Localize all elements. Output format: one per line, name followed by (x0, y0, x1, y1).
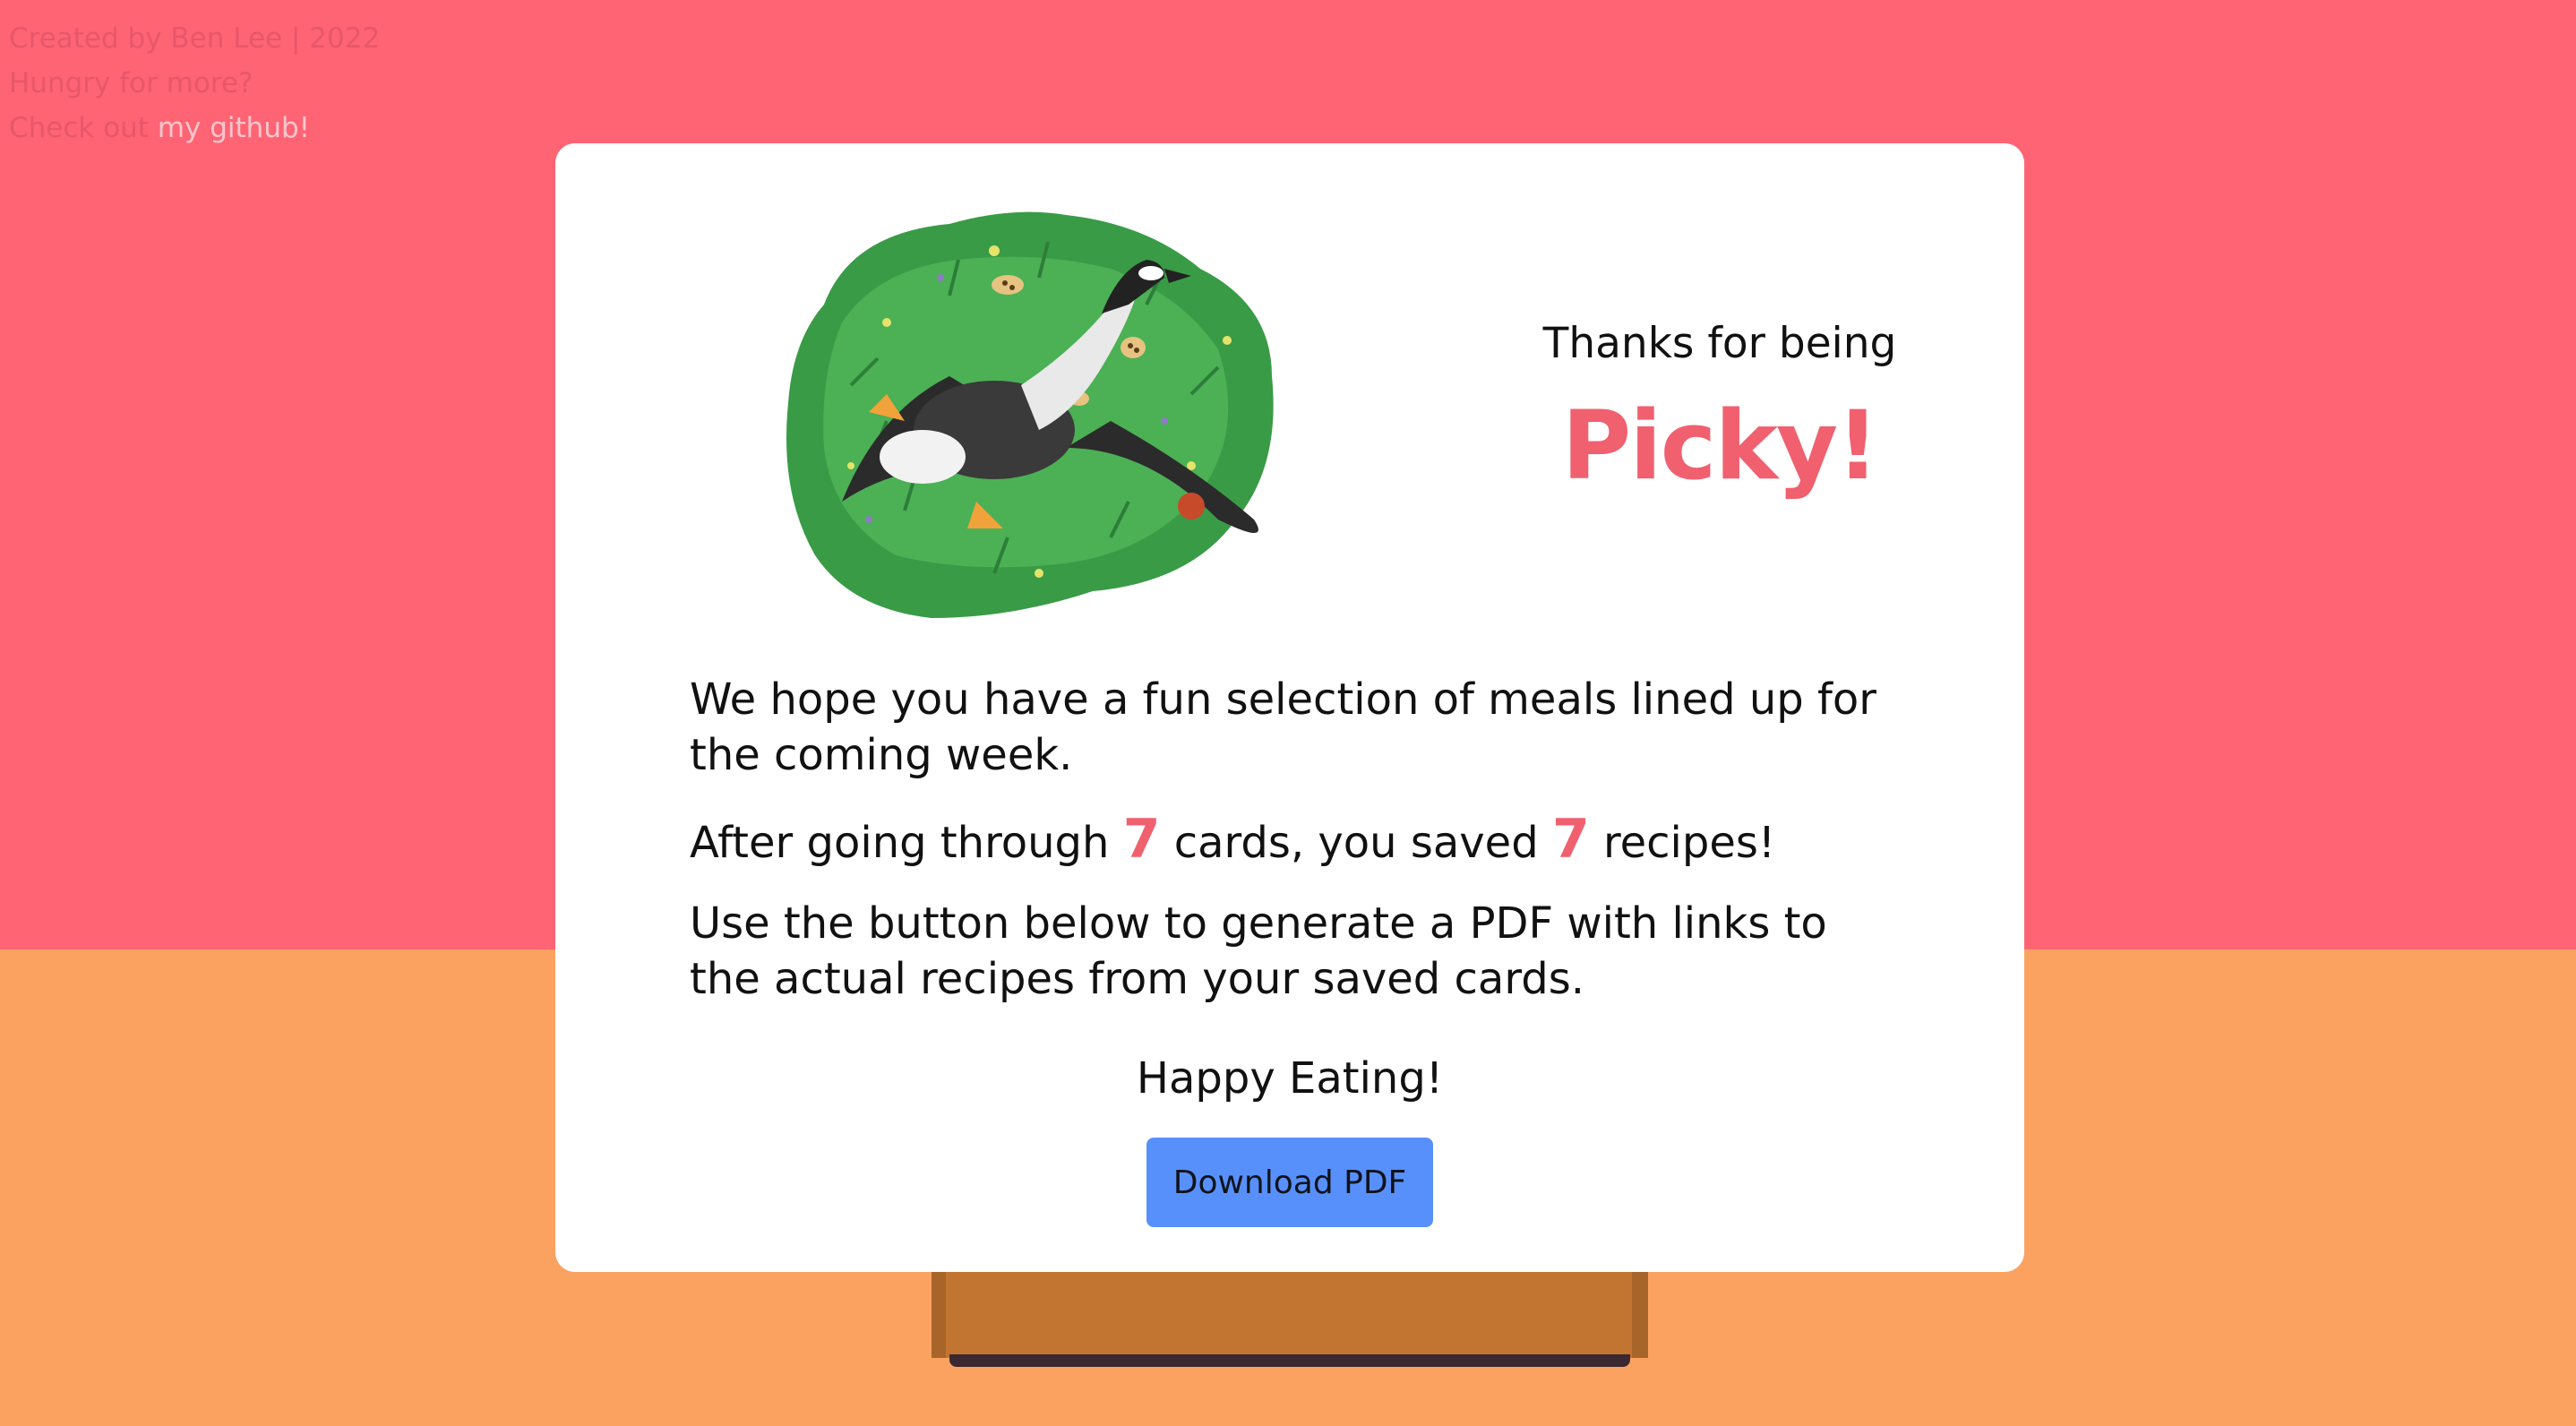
table-shadow (949, 1354, 1630, 1367)
picky-heading: Picky! (1561, 391, 1880, 501)
summary-text-a: After going through (690, 818, 1123, 868)
results-modal: Thanks for being Picky! We hope you have… (555, 143, 2024, 1272)
summary-text-c: recipes! (1589, 818, 1776, 868)
credits: Created by Ben Lee | 2022 Hungry for mor… (9, 16, 380, 150)
download-pdf-button[interactable]: Download PDF (1146, 1138, 1433, 1227)
credits-author: Created by Ben Lee | 2022 (9, 22, 381, 55)
instructions-paragraph: Use the button below to generate a PDF w… (690, 898, 1827, 1004)
credits-github-line: Check out my github! (9, 106, 380, 150)
github-link[interactable]: my github! (158, 112, 310, 144)
cards-count: 7 (1122, 808, 1161, 871)
summary-text-b: cards, you saved (1160, 818, 1552, 868)
thanks-heading: Thanks for being (1542, 319, 1897, 368)
saved-count: 7 (1551, 808, 1590, 871)
credits-check-out: Check out (9, 112, 158, 144)
credits-hungry: Hungry for more? (9, 67, 253, 99)
happy-eating-text: Happy Eating! (1136, 1053, 1444, 1104)
goose-in-grass-illustration (786, 211, 1274, 618)
intro-paragraph: We hope you have a fun selection of meal… (690, 674, 1876, 780)
summary-paragraph: After going through 7 cards, you saved 7… (690, 812, 1890, 871)
